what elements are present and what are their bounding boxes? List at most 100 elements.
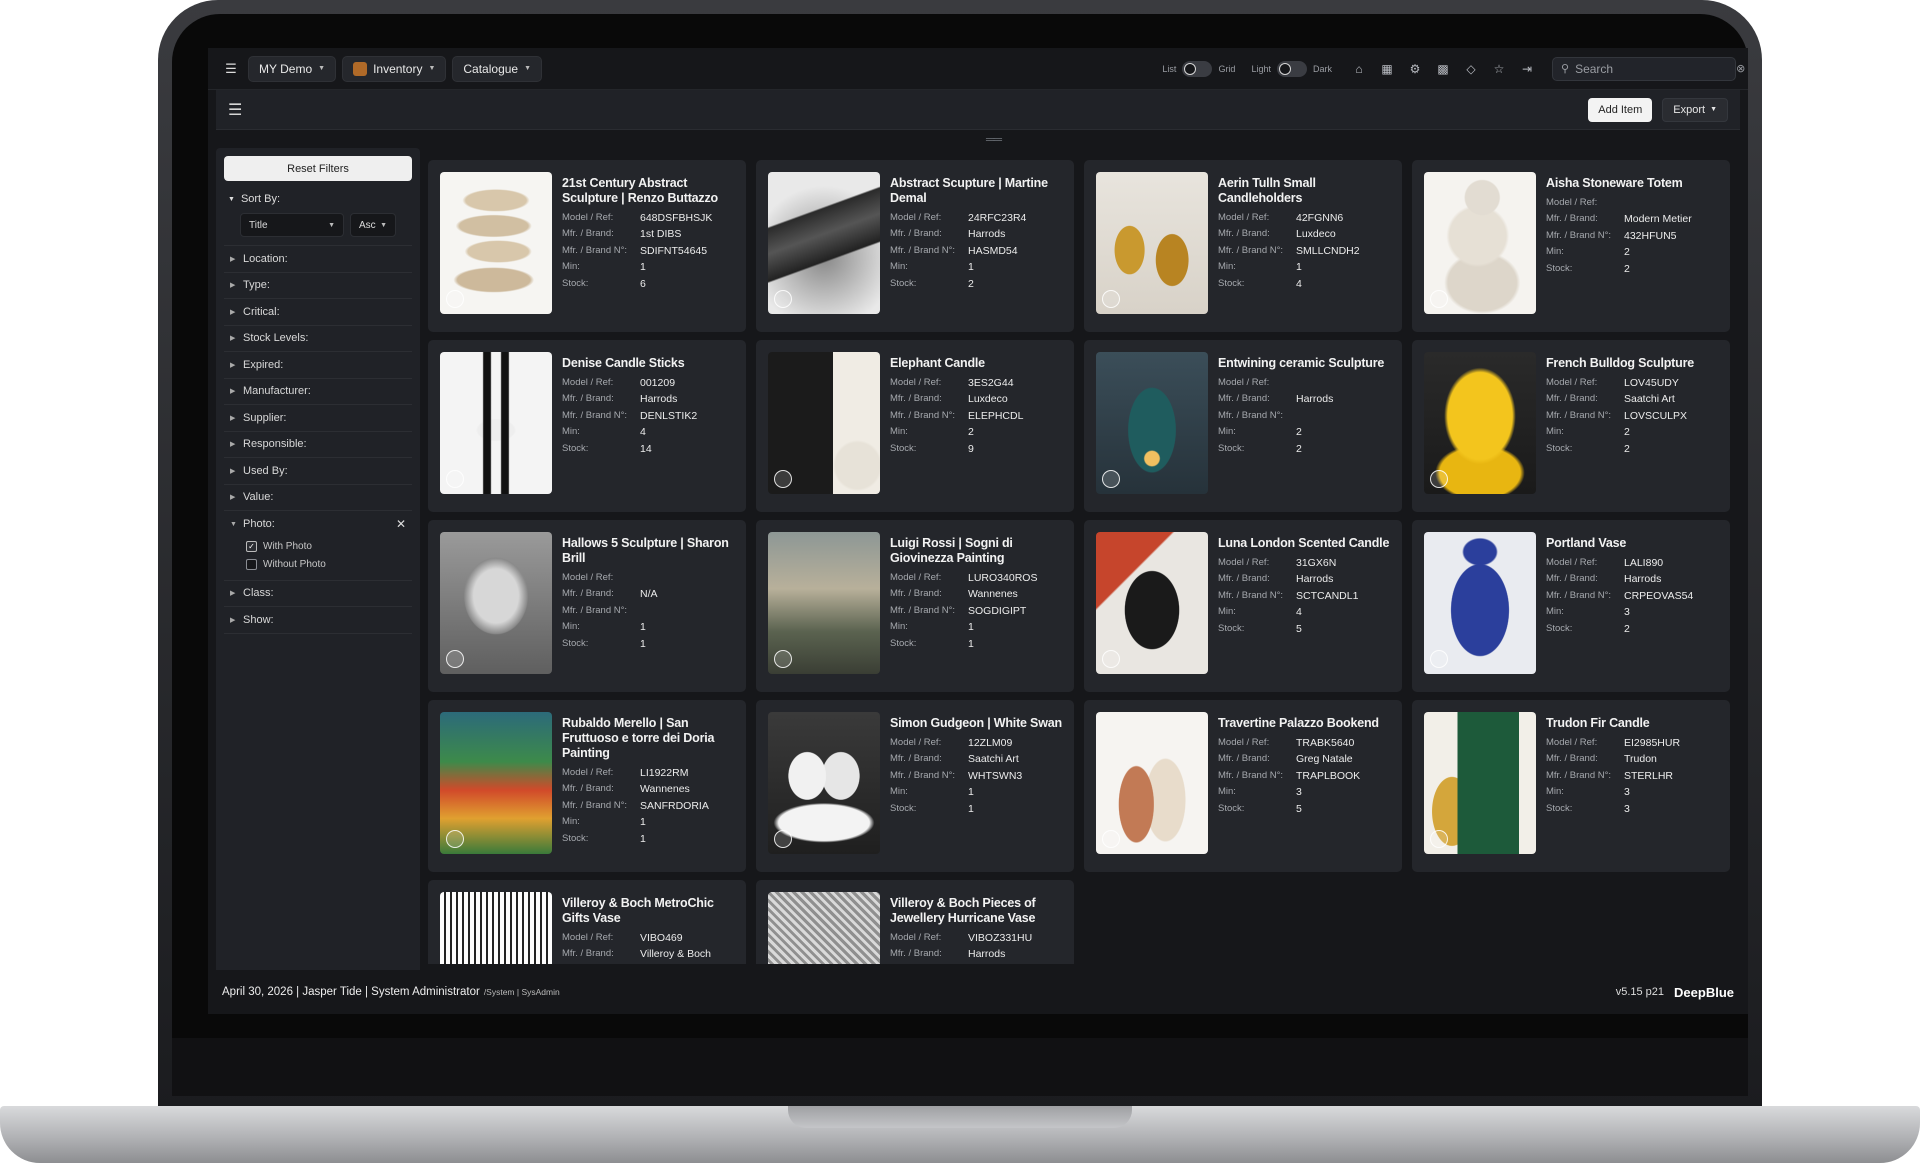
item-thumbnail[interactable] (1424, 712, 1536, 854)
menu-inventory[interactable]: Inventory ▼ (342, 55, 447, 82)
select-circle-icon[interactable] (1102, 830, 1120, 848)
filter-row[interactable]: ▶ Show: (224, 607, 412, 634)
item-title[interactable]: Villeroy & Boch Pieces of Jewellery Hurr… (890, 896, 1062, 926)
item-thumbnail[interactable] (1424, 532, 1536, 674)
item-title[interactable]: Aisha Stoneware Totem (1546, 176, 1718, 191)
export-button[interactable]: Export ▼ (1662, 97, 1728, 122)
item-card[interactable]: Luigi Rossi | Sogni di Giovinezza Painti… (756, 520, 1074, 692)
item-title[interactable]: Portland Vase (1546, 536, 1718, 551)
select-circle-icon[interactable] (1102, 470, 1120, 488)
gear-icon[interactable]: ⚙ (1404, 58, 1426, 80)
select-circle-icon[interactable] (1430, 470, 1448, 488)
select-circle-icon[interactable] (1430, 650, 1448, 668)
menu-catalogue[interactable]: Catalogue ▼ (452, 55, 543, 82)
item-thumbnail[interactable] (768, 532, 880, 674)
filter-row[interactable]: ▶ Critical: (224, 299, 412, 326)
filter-row[interactable]: ▶ Used By: (224, 458, 412, 485)
item-card[interactable]: Villeroy & Boch MetroChic Gifts Vase Mode… (428, 880, 746, 964)
item-title[interactable]: Trudon Fir Candle (1546, 716, 1718, 731)
item-thumbnail[interactable] (1096, 532, 1208, 674)
add-item-button[interactable]: Add Item (1588, 97, 1653, 122)
item-title[interactable]: Hallows 5 Sculpture | Sharon Brill (562, 536, 734, 566)
clear-icon[interactable]: ⊗ (1736, 62, 1745, 75)
item-card[interactable]: Villeroy & Boch Pieces of Jewellery Hurr… (756, 880, 1074, 964)
item-title[interactable]: Elephant Candle (890, 356, 1062, 371)
item-card[interactable]: Entwining ceramic Sculpture Model / Ref: M… (1084, 340, 1402, 512)
item-title[interactable]: Entwining ceramic Sculpture (1218, 356, 1390, 371)
item-thumbnail[interactable] (440, 712, 552, 854)
select-circle-icon[interactable] (446, 650, 464, 668)
checkbox-checked[interactable]: ✓ (246, 541, 257, 552)
reset-filters-button[interactable]: Reset Filters (224, 156, 412, 181)
item-title[interactable]: Luna London Scented Candle (1218, 536, 1390, 551)
item-card[interactable]: Aerin Tulln Small Candleholders Model / R… (1084, 160, 1402, 332)
select-circle-icon[interactable] (774, 650, 792, 668)
theme-toggle[interactable] (1276, 60, 1307, 77)
select-circle-icon[interactable] (446, 290, 464, 308)
filter-row[interactable]: ▶ Supplier: (224, 405, 412, 432)
sort-direction-select[interactable]: Asc ▼ (350, 213, 396, 237)
select-circle-icon[interactable] (774, 470, 792, 488)
item-title[interactable]: Abstract Scupture | Martine Demal (890, 176, 1062, 206)
qr-code-icon[interactable]: ▩ (1432, 58, 1454, 80)
item-title[interactable]: Simon Gudgeon | White Swan (890, 716, 1062, 731)
item-title[interactable]: Travertine Palazzo Bookend (1218, 716, 1390, 731)
item-thumbnail[interactable] (1096, 352, 1208, 494)
item-thumbnail[interactable] (440, 352, 552, 494)
item-thumbnail[interactable] (440, 172, 552, 314)
item-card[interactable]: Rubaldo Merello | San Fruttuoso e torre … (428, 700, 746, 872)
sort-field-select[interactable]: Title ▼ (240, 213, 344, 237)
star-icon[interactable]: ☆ (1488, 58, 1510, 80)
item-thumbnail[interactable] (768, 892, 880, 964)
filter-row[interactable]: ▶ Stock Levels: (224, 326, 412, 352)
resize-handle-icon[interactable]: ══ (986, 132, 1002, 146)
select-circle-icon[interactable] (774, 830, 792, 848)
with-photo-option[interactable]: ✓ With Photo (246, 538, 412, 556)
menu-my-demo[interactable]: MY Demo ▼ (248, 55, 337, 82)
list-grid-toggle[interactable] (1182, 60, 1213, 77)
select-circle-icon[interactable] (1430, 290, 1448, 308)
item-thumbnail[interactable] (440, 532, 552, 674)
item-card[interactable]: Simon Gudgeon | White Swan Model / Ref: 12… (756, 700, 1074, 872)
item-title[interactable]: Rubaldo Merello | San Fruttuoso e torre … (562, 716, 734, 761)
item-thumbnail[interactable] (1424, 172, 1536, 314)
home-icon[interactable]: ⌂ (1348, 58, 1370, 80)
item-card[interactable]: 21st Century Abstract Sculpture | Renzo … (428, 160, 746, 332)
search-input[interactable] (1575, 61, 1731, 76)
filter-row[interactable]: ▶ Location: (224, 246, 412, 273)
item-card[interactable]: Abstract Scupture | Martine Demal Model /… (756, 160, 1074, 332)
item-card[interactable]: French Bulldog Sculpture Model / Ref: LOV4… (1412, 340, 1730, 512)
item-thumbnail[interactable] (768, 172, 880, 314)
item-thumbnail[interactable] (1096, 712, 1208, 854)
item-title[interactable]: French Bulldog Sculpture (1546, 356, 1718, 371)
item-thumbnail[interactable] (440, 892, 552, 964)
item-card[interactable]: Portland Vase Model / Ref: LALI890 Mfr. / B… (1412, 520, 1730, 692)
item-title[interactable]: 21st Century Abstract Sculpture | Renzo … (562, 176, 734, 206)
without-photo-option[interactable]: Without Photo (246, 556, 412, 574)
checkbox-unchecked[interactable] (246, 559, 257, 570)
item-card[interactable]: Denise Candle Sticks Model / Ref: 001209 Mf… (428, 340, 746, 512)
select-circle-icon[interactable] (1430, 830, 1448, 848)
select-circle-icon[interactable] (446, 470, 464, 488)
filter-row[interactable]: ▶ Responsible: (224, 432, 412, 458)
item-thumbnail[interactable] (768, 712, 880, 854)
item-title[interactable]: Villeroy & Boch MetroChic Gifts Vase (562, 896, 734, 926)
item-title[interactable]: Aerin Tulln Small Candleholders (1218, 176, 1390, 206)
item-card[interactable]: Hallows 5 Sculpture | Sharon Brill Model … (428, 520, 746, 692)
calendar-icon[interactable]: ▦ (1376, 58, 1398, 80)
item-card[interactable]: Trudon Fir Candle Model / Ref: EI2985HUR Mf… (1412, 700, 1730, 872)
tag-icon[interactable]: ◇ (1460, 58, 1482, 80)
hamburger-menu-icon[interactable]: ☰ (228, 100, 242, 120)
item-card[interactable]: Aisha Stoneware Totem Model / Ref: Mfr. / … (1412, 160, 1730, 332)
item-thumbnail[interactable] (1424, 352, 1536, 494)
item-card[interactable]: Luna London Scented Candle Model / Ref: 31… (1084, 520, 1402, 692)
filter-row[interactable]: ▶ Value: (224, 485, 412, 511)
item-card[interactable]: Elephant Candle Model / Ref: 3ES2G44 Mfr. /… (756, 340, 1074, 512)
select-circle-icon[interactable] (1102, 290, 1120, 308)
select-circle-icon[interactable] (774, 290, 792, 308)
select-circle-icon[interactable] (1102, 650, 1120, 668)
close-icon[interactable]: ✕ (396, 517, 406, 531)
filter-row[interactable]: ▶ Type: (224, 273, 412, 299)
logout-icon[interactable]: ⇥ (1516, 58, 1538, 80)
item-title[interactable]: Luigi Rossi | Sogni di Giovinezza Painti… (890, 536, 1062, 566)
